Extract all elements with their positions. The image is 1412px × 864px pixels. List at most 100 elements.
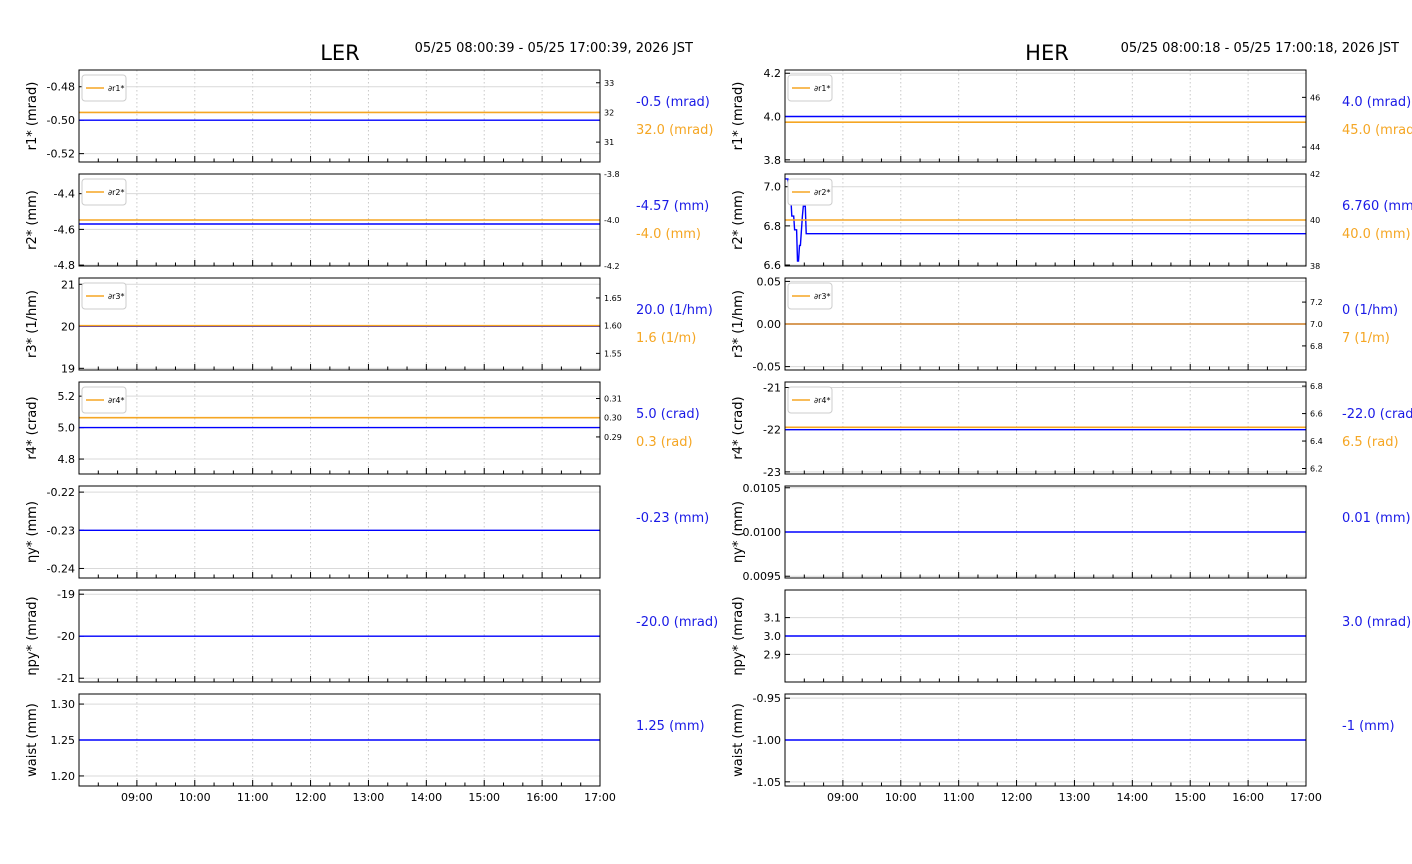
x-tick-label: 09:00 <box>827 791 859 804</box>
value-readout: 1.25 (mm) <box>636 719 705 734</box>
right-tick-label: 6.6 <box>1310 410 1323 419</box>
y-tick-label: -0.95 <box>753 692 781 705</box>
right-tick-label: 0.29 <box>604 433 622 442</box>
y-tick-label: 3.8 <box>764 154 782 167</box>
value-readout-secondary: 45.0 (mrad) <box>1342 123 1412 138</box>
value-readout: -20.0 (mrad) <box>636 615 718 630</box>
value-readout: -0.23 (mm) <box>636 511 709 526</box>
plot-frame <box>78 485 601 579</box>
y-tick-label: -21 <box>57 672 75 685</box>
right-tick-label: 0.31 <box>604 395 622 404</box>
y-tick-label: -0.23 <box>47 524 75 537</box>
y-tick-label: 19 <box>61 362 75 375</box>
y-tick-label: 7.0 <box>764 181 782 194</box>
y-tick-label: -1.05 <box>753 776 781 789</box>
panel-3: 21 20 19 1.65 1.60 1.55 ∂r3* r3* (1/hm) 20.0 (1/… <box>25 277 713 375</box>
right-tick-label: 0.30 <box>604 414 622 423</box>
x-tick-label: 16:00 <box>1232 791 1264 804</box>
value-readout: 0.01 (mm) <box>1342 511 1411 526</box>
legend: ∂r2* <box>787 178 833 206</box>
y-tick-label: -1.00 <box>753 734 781 747</box>
y-tick-label: -19 <box>57 588 75 601</box>
panel-7: -0.95 -1.00 -1.05 waist (mm) -1 (mm) <box>731 692 1395 789</box>
y-tick-label: 4.0 <box>764 111 782 124</box>
y-axis-label: r2* (mm) <box>25 190 40 250</box>
legend: ∂r1* <box>81 74 127 102</box>
value-readout-secondary: 7 (1/m) <box>1342 331 1390 346</box>
y-axis-label: waist (mm) <box>731 703 746 777</box>
legend: ∂r1* <box>787 74 833 102</box>
panel-5: -0.22 -0.23 -0.24 ηy* (mm) -0.23 (mm) <box>25 485 709 579</box>
y-tick-label: 5.0 <box>58 422 76 435</box>
figure-title: LER <box>320 41 360 65</box>
y-tick-label: 6.6 <box>764 259 782 272</box>
right-tick-label: 1.65 <box>604 294 622 303</box>
y-tick-label: 1.20 <box>51 770 76 783</box>
right-tick-label: 6.4 <box>1310 437 1323 446</box>
value-readout: -1 (mm) <box>1342 719 1395 734</box>
y-axis-label: ηpy* (mrad) <box>25 596 40 675</box>
panel-4: -21 -22 -23 6.8 6.6 6.4 6.2 ∂r4* r4* (crad) -22.0… <box>731 381 1412 478</box>
right-tick-label: 6.2 <box>1310 465 1323 474</box>
y-tick-label: -4.4 <box>54 188 75 201</box>
y-tick-label: -0.22 <box>47 486 75 499</box>
x-tick-label: 10:00 <box>179 791 211 804</box>
y-tick-label: 0.0100 <box>743 526 782 539</box>
legend-label: ∂r4* <box>108 396 125 405</box>
y-axis-label: r4* (crad) <box>731 396 746 459</box>
y-tick-label: 0.0105 <box>743 482 782 495</box>
x-tick-label: 12:00 <box>295 791 327 804</box>
panel-5: 0.0105 0.0100 0.0095 ηy* (mm) 0.01 (mm) <box>731 482 1411 583</box>
panel-3: 0.05 0.00 -0.05 7.2 7.0 6.8 ∂r3* r3* (1/hm) 0 (1… <box>731 275 1398 373</box>
panel-6: -19 -20 -21 ηpy* (mrad) -20.0 (mrad) <box>25 588 718 685</box>
y-axis-label: r2* (mm) <box>731 190 746 250</box>
legend-label: ∂r2* <box>108 188 125 197</box>
y-tick-label: 5.2 <box>58 390 76 403</box>
panel-2: -4.4 -4.6 -4.8 -3.8 -4.0 -4.2 ∂r2* r2* (mm) -4.5… <box>25 170 709 272</box>
y-tick-label: -0.48 <box>47 81 75 94</box>
x-tick-label: 16:00 <box>526 791 558 804</box>
panel-7: 1.30 1.25 1.20 waist (mm) 1.25 (mm) <box>25 693 705 787</box>
right-tick-label: 32 <box>604 108 614 117</box>
y-tick-label: 3.0 <box>764 630 782 643</box>
y-tick-label: 20 <box>61 320 75 333</box>
x-tick-label: 12:00 <box>1001 791 1033 804</box>
time-range-label: 05/25 08:00:18 - 05/25 17:00:18, 2026 JS… <box>1121 41 1399 56</box>
y-tick-label: -22 <box>763 424 781 437</box>
y-tick-label: 21 <box>61 278 75 291</box>
right-tick-label: 6.8 <box>1310 382 1323 391</box>
x-tick-label: 13:00 <box>1059 791 1091 804</box>
x-tick-label: 10:00 <box>885 791 917 804</box>
right-tick-label: 1.55 <box>604 349 622 358</box>
right-tick-label: 38 <box>1310 262 1320 271</box>
y-tick-label: 0.0095 <box>743 570 782 583</box>
x-tick-label: 15:00 <box>468 791 500 804</box>
ler-figure: LER 05/25 08:00:39 - 05/25 17:00:39, 2026… <box>25 41 718 804</box>
y-tick-label: -23 <box>763 466 781 479</box>
y-tick-label: 6.8 <box>764 220 782 233</box>
value-readout-secondary: 0.3 (rad) <box>636 435 693 450</box>
legend-label: ∂r2* <box>814 188 831 197</box>
right-tick-label: 44 <box>1310 143 1320 152</box>
x-tick-label: 15:00 <box>1174 791 1206 804</box>
value-readout: 3.0 (mrad) <box>1342 615 1411 630</box>
time-range-label: 05/25 08:00:39 - 05/25 17:00:39, 2026 JS… <box>415 41 693 56</box>
legend-label: ∂r4* <box>814 396 831 405</box>
value-readout-secondary: 6.5 (rad) <box>1342 435 1399 450</box>
y-tick-label: 0.05 <box>757 275 782 288</box>
y-tick-label: -0.05 <box>753 361 781 374</box>
right-tick-label: 33 <box>604 79 614 88</box>
right-tick-label: -4.0 <box>604 216 620 225</box>
y-tick-label: 1.30 <box>51 698 76 711</box>
right-tick-label: -3.8 <box>604 170 620 179</box>
value-readout-secondary: 32.0 (mrad) <box>636 123 713 138</box>
y-axis-label: r1* (mrad) <box>25 82 40 151</box>
y-axis-label: r1* (mrad) <box>731 82 746 151</box>
legend: ∂r4* <box>787 386 833 414</box>
x-tick-label: 11:00 <box>943 791 975 804</box>
y-tick-label: -0.52 <box>47 148 75 161</box>
y-axis-label: r4* (crad) <box>25 396 40 459</box>
y-axis-label: ηy* (mm) <box>25 501 40 563</box>
right-tick-label: 31 <box>604 138 614 147</box>
y-tick-label: -4.8 <box>54 259 75 272</box>
